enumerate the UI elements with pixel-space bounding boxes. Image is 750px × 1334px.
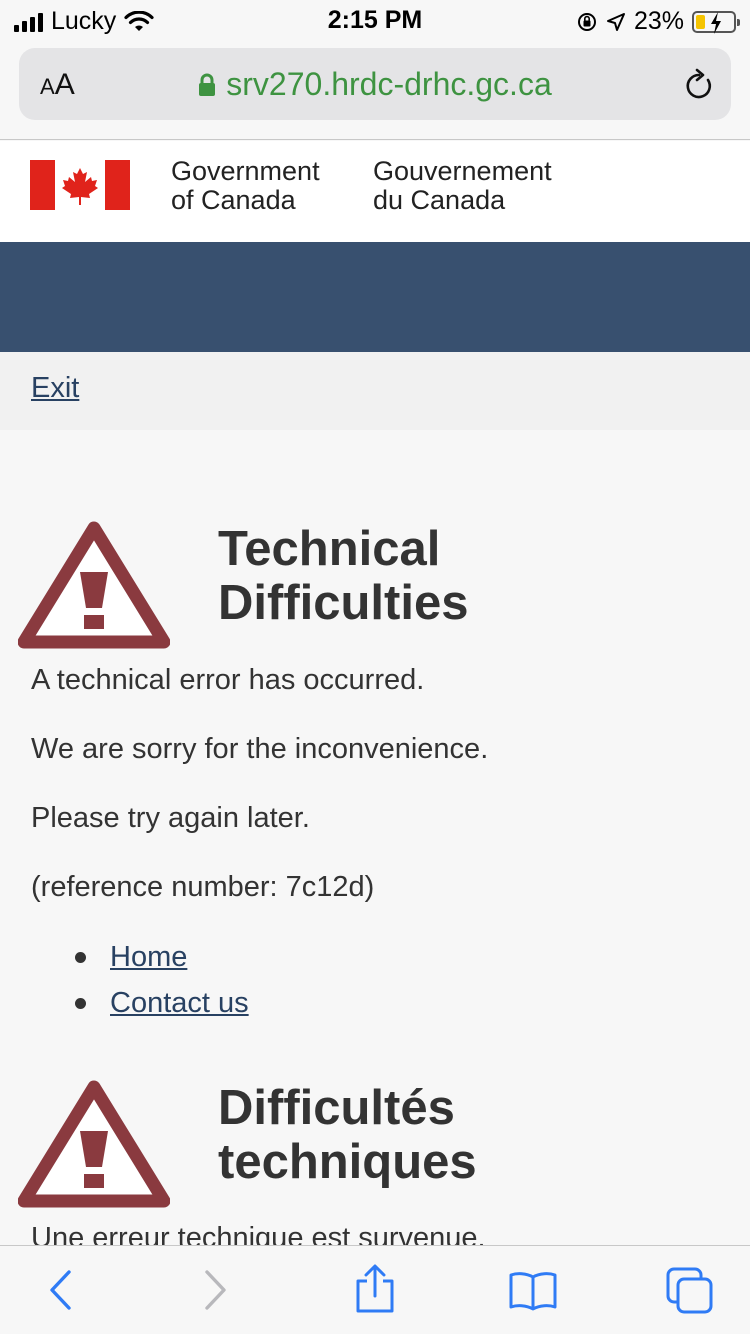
header-band: [0, 242, 750, 352]
error-message: A technical error has occurred.: [31, 664, 425, 696]
battery-percent: 23%: [633, 7, 684, 35]
url-text: srv270.hrdc-drhc.gc.ca: [226, 66, 552, 102]
gov-header: Government of Canada Gouvernement du Can…: [0, 141, 750, 242]
apology-message: We are sorry for the inconvenience.: [31, 733, 489, 765]
home-link[interactable]: Home: [110, 941, 187, 974]
safari-bottom-toolbar: [0, 1245, 750, 1334]
share-icon[interactable]: [353, 1264, 397, 1314]
page-title-fr: Difficultés techniques: [218, 1081, 477, 1189]
bookmarks-icon[interactable]: [508, 1270, 558, 1312]
warning-icon: [18, 1080, 170, 1208]
lock-icon: [199, 73, 216, 96]
status-bar: Lucky 2:15 PM 23%: [0, 0, 750, 42]
reload-icon[interactable]: [683, 68, 715, 102]
forward-icon[interactable]: [198, 1268, 232, 1312]
browser-toolbar: AA srv270.hrdc-drhc.gc.ca: [0, 42, 750, 140]
orientation-lock-icon: [577, 12, 596, 31]
page-title-en: Technical Difficulties: [218, 522, 469, 630]
address-bar[interactable]: AA srv270.hrdc-drhc.gc.ca: [19, 48, 731, 120]
status-right: 23%: [576, 7, 740, 36]
canada-flag-icon: [30, 160, 130, 210]
exit-link[interactable]: Exit: [31, 372, 79, 405]
tabs-icon[interactable]: [665, 1266, 715, 1316]
gov-signature-fr[interactable]: Gouvernement du Canada: [373, 157, 552, 215]
gov-signature-en[interactable]: Government of Canada: [171, 157, 320, 215]
list-item: Home: [75, 934, 249, 980]
reference-number: (reference number: 7c12d): [31, 871, 375, 903]
url-display[interactable]: srv270.hrdc-drhc.gc.ca: [19, 66, 731, 103]
back-icon[interactable]: [44, 1268, 78, 1312]
contact-us-link[interactable]: Contact us: [110, 987, 249, 1020]
retry-message: Please try again later.: [31, 802, 310, 834]
location-icon: [606, 12, 625, 31]
battery-charging-icon: [692, 10, 740, 34]
exit-bar: Exit: [0, 352, 750, 430]
list-item: Contact us: [75, 980, 249, 1026]
help-links: Home Contact us: [75, 934, 249, 1026]
warning-icon: [18, 521, 170, 649]
